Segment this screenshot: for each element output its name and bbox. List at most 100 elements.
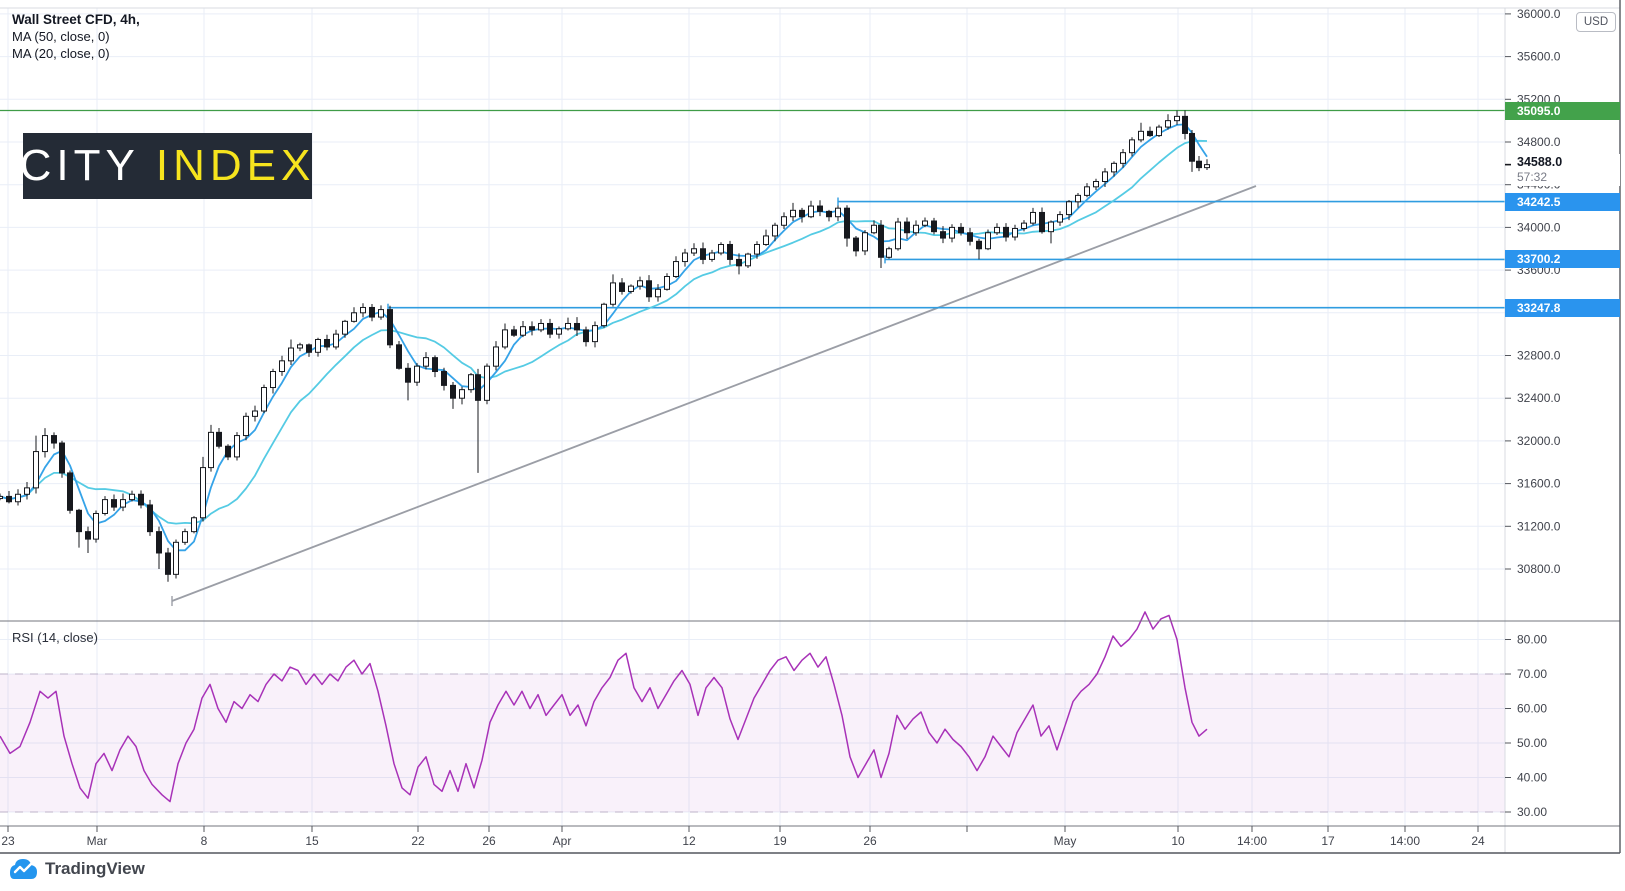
candle[interactable] xyxy=(728,241,733,265)
candle[interactable] xyxy=(995,223,1000,235)
candle[interactable] xyxy=(388,306,393,348)
candle[interactable] xyxy=(764,230,769,246)
candle[interactable] xyxy=(271,369,276,394)
candle[interactable] xyxy=(620,278,625,295)
trendline[interactable] xyxy=(172,186,1256,606)
candle[interactable] xyxy=(809,201,814,218)
candle[interactable] xyxy=(818,200,823,216)
currency-badge[interactable]: USD xyxy=(1576,12,1616,32)
candle[interactable] xyxy=(485,363,490,404)
candle[interactable] xyxy=(476,369,481,473)
candle[interactable] xyxy=(379,305,384,319)
candle[interactable] xyxy=(854,236,859,256)
candle[interactable] xyxy=(674,256,679,278)
candle[interactable] xyxy=(845,205,850,246)
candle[interactable] xyxy=(406,363,411,400)
candle[interactable] xyxy=(986,230,991,251)
candle[interactable] xyxy=(130,491,135,502)
candle[interactable] xyxy=(370,304,375,321)
candle[interactable] xyxy=(226,444,231,460)
candle[interactable] xyxy=(719,242,724,255)
candle[interactable] xyxy=(1205,159,1210,170)
candle[interactable] xyxy=(253,406,258,422)
candle[interactable] xyxy=(157,527,162,569)
candle[interactable] xyxy=(548,319,553,338)
candle[interactable] xyxy=(887,247,892,259)
candle[interactable] xyxy=(593,322,598,348)
candle[interactable] xyxy=(307,344,312,357)
candle[interactable] xyxy=(683,249,688,267)
candle[interactable] xyxy=(566,318,571,331)
candle[interactable] xyxy=(280,356,285,376)
candle[interactable] xyxy=(174,540,179,579)
candle[interactable] xyxy=(1148,127,1153,137)
candle[interactable] xyxy=(112,494,117,510)
candle[interactable] xyxy=(86,527,91,553)
candle[interactable] xyxy=(827,210,832,221)
candle[interactable] xyxy=(352,307,357,322)
candle[interactable] xyxy=(148,500,153,536)
candle[interactable] xyxy=(415,363,420,386)
candle[interactable] xyxy=(782,212,787,229)
candle[interactable] xyxy=(121,494,126,512)
candle[interactable] xyxy=(1175,111,1180,125)
candle[interactable] xyxy=(0,493,3,500)
candle[interactable] xyxy=(879,220,884,268)
candle[interactable] xyxy=(836,206,841,222)
candle[interactable] xyxy=(1040,207,1045,233)
candle[interactable] xyxy=(316,338,321,357)
candle[interactable] xyxy=(923,218,928,228)
candle[interactable] xyxy=(451,382,456,409)
candle[interactable] xyxy=(25,482,30,499)
candle[interactable] xyxy=(192,516,197,533)
candle[interactable] xyxy=(94,510,99,542)
candle[interactable] xyxy=(289,339,294,365)
candle[interactable] xyxy=(1004,223,1009,241)
candle[interactable] xyxy=(235,432,240,460)
candle[interactable] xyxy=(325,335,330,351)
candle[interactable] xyxy=(539,319,544,332)
candle[interactable] xyxy=(503,323,508,349)
candle[interactable] xyxy=(469,373,474,393)
candle[interactable] xyxy=(611,274,616,306)
candle[interactable] xyxy=(1166,114,1171,129)
candle[interactable] xyxy=(166,548,171,582)
candle[interactable] xyxy=(521,321,526,337)
symbol-title[interactable]: Wall Street CFD, 4h, xyxy=(12,11,140,28)
candle[interactable] xyxy=(494,341,499,370)
candle[interactable] xyxy=(397,341,402,370)
candle[interactable] xyxy=(361,303,366,317)
candle[interactable] xyxy=(692,243,697,256)
candle[interactable] xyxy=(43,428,48,457)
candle[interactable] xyxy=(896,218,901,251)
candle[interactable] xyxy=(1058,211,1063,226)
candle[interactable] xyxy=(1157,125,1162,137)
candle[interactable] xyxy=(52,432,57,448)
candle[interactable] xyxy=(530,321,535,335)
candle[interactable] xyxy=(710,250,715,262)
candle[interactable] xyxy=(1094,179,1099,190)
candle[interactable] xyxy=(7,491,12,503)
candle[interactable] xyxy=(334,330,339,350)
candle[interactable] xyxy=(1183,110,1188,139)
candle[interactable] xyxy=(977,239,982,260)
candle[interactable] xyxy=(217,428,222,449)
candle[interactable] xyxy=(584,327,589,347)
candle[interactable] xyxy=(512,326,517,337)
candle[interactable] xyxy=(932,218,937,235)
candle[interactable] xyxy=(103,496,108,515)
candle[interactable] xyxy=(905,218,910,240)
candle[interactable] xyxy=(16,489,21,505)
candle[interactable] xyxy=(442,368,447,391)
candle[interactable] xyxy=(638,277,643,290)
candle[interactable] xyxy=(34,436,39,494)
candle[interactable] xyxy=(1085,183,1090,197)
candle[interactable] xyxy=(1197,156,1202,171)
indicator-ma20-label[interactable]: MA (20, close, 0) xyxy=(12,45,140,62)
candle[interactable] xyxy=(68,470,73,513)
candle[interactable] xyxy=(701,242,706,264)
candle[interactable] xyxy=(665,273,670,290)
candle[interactable] xyxy=(1139,123,1144,142)
candle[interactable] xyxy=(1190,130,1195,172)
candle[interactable] xyxy=(968,228,973,246)
